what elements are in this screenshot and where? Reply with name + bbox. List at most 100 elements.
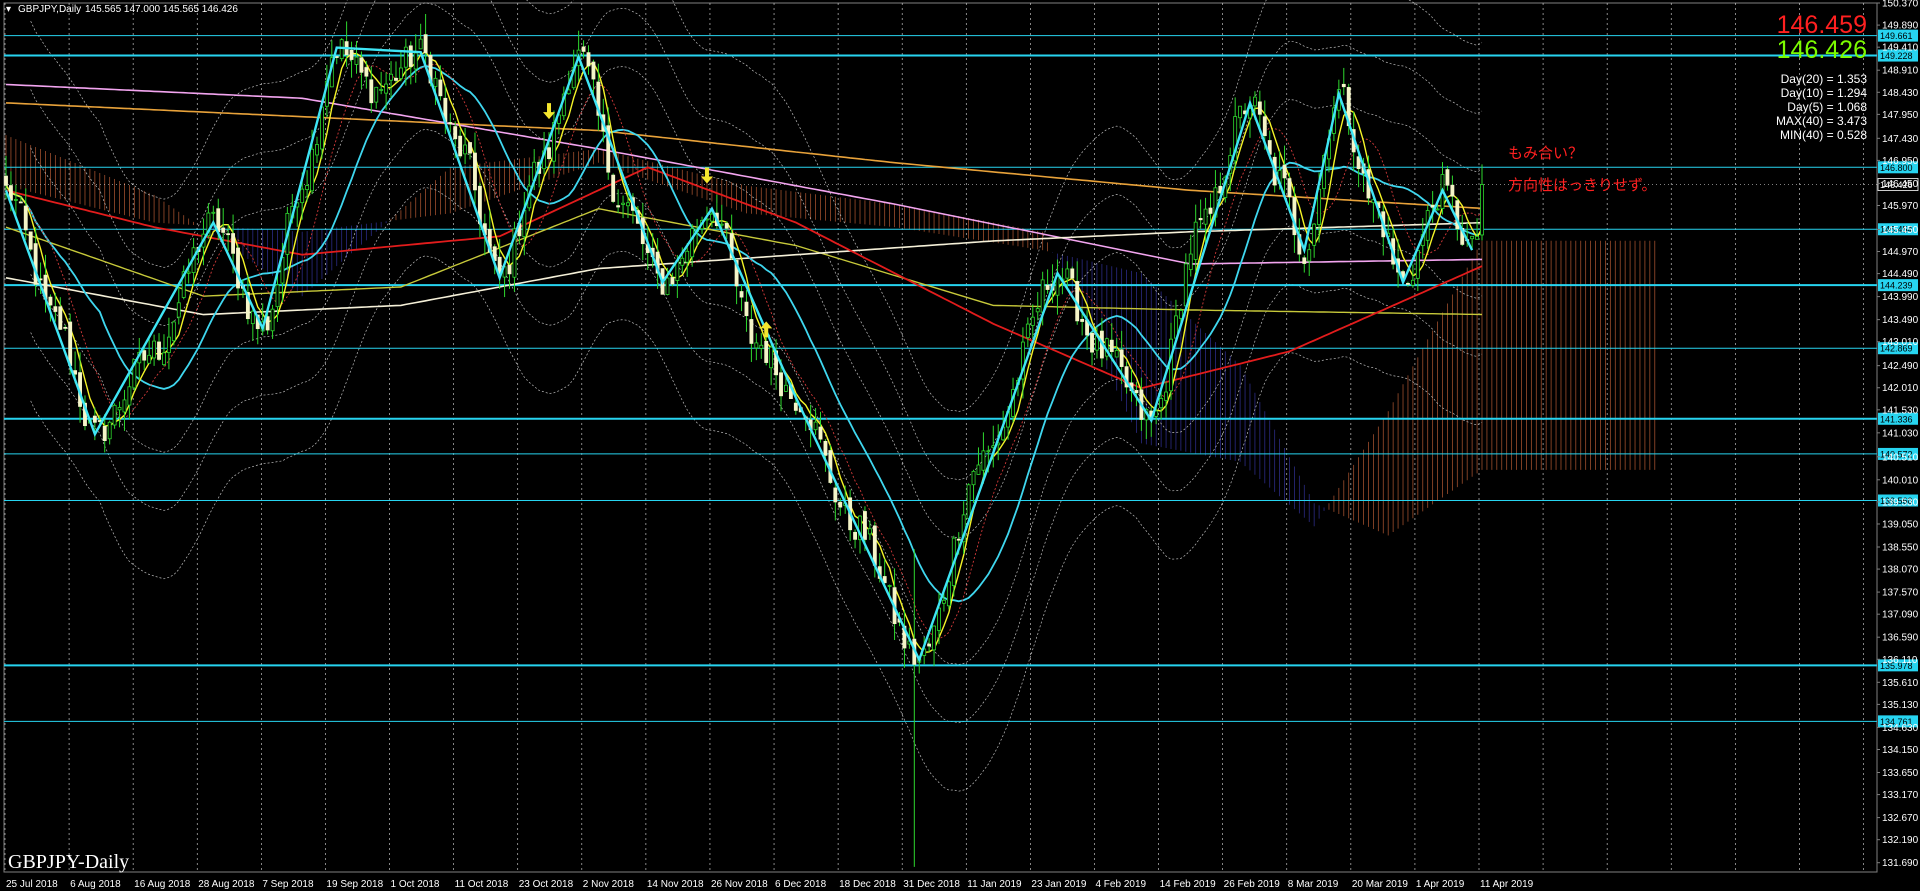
candle-bear — [823, 440, 828, 456]
candle-bull — [976, 464, 981, 475]
candle-bull — [1164, 391, 1168, 401]
date-tick-label: 16 Aug 2018 — [134, 879, 191, 890]
candle-bull — [122, 399, 127, 413]
candle-bull — [152, 340, 157, 359]
chart-background — [0, 0, 1920, 891]
price-tick-label: 143.010 — [1882, 337, 1919, 348]
candle-bear — [1257, 101, 1262, 115]
volatility-stats: Day(20) = 1.353 Day(10) = 1.294 Day(5) =… — [1776, 72, 1867, 142]
candle-bear — [236, 247, 240, 289]
price-tick-label: 133.170 — [1882, 790, 1919, 801]
price-tick-label: 139.050 — [1882, 519, 1919, 530]
candle-bear — [33, 243, 38, 285]
candle-bear — [473, 152, 477, 191]
bid-price: 146.459 — [1777, 11, 1867, 39]
candle-bull — [374, 86, 379, 103]
level-tag-label: 149.661 — [1880, 31, 1913, 41]
price-tick-label: 138.070 — [1882, 565, 1919, 576]
candle-bull — [1114, 350, 1119, 358]
candle-bear — [927, 643, 932, 647]
date-tick-label: 4 Feb 2019 — [1095, 879, 1146, 890]
chart-header: ▾ GBPJPY,Daily 145.565 147.000 145.565 1… — [6, 4, 238, 15]
price-tick-label: 143.490 — [1882, 315, 1919, 326]
price-tick-label: 142.010 — [1882, 383, 1919, 394]
price-tick-label: 147.430 — [1882, 134, 1919, 145]
price-tick-label: 145.970 — [1882, 201, 1919, 212]
candle-bear — [359, 57, 364, 73]
candle-bear — [265, 316, 270, 331]
candle-bull — [171, 321, 176, 342]
candle-bull — [1030, 316, 1035, 326]
date-tick-label: 7 Sep 2018 — [262, 879, 314, 890]
candle-bull — [621, 202, 625, 205]
candle-bull — [1159, 397, 1164, 409]
candle-bull — [107, 421, 112, 440]
candle-bull — [250, 310, 255, 325]
date-tick-label: 28 Aug 2018 — [198, 879, 255, 890]
annotation-line2: 方向性はっきりせず。 — [1508, 176, 1657, 194]
candle-bull — [1035, 308, 1040, 313]
candle-bear — [58, 306, 63, 330]
price-tick-label: 144.490 — [1882, 269, 1919, 280]
date-tick-label: 14 Feb 2019 — [1160, 879, 1217, 890]
date-tick-label: 1 Apr 2019 — [1416, 879, 1465, 890]
date-tick-label: 6 Dec 2018 — [775, 879, 827, 890]
candle-bear — [833, 487, 838, 503]
candle-bear — [724, 223, 729, 229]
header-triangle-icon: ▾ — [6, 4, 11, 15]
price-tick-label: 132.670 — [1882, 813, 1919, 824]
candle-bear — [1080, 318, 1085, 322]
date-tick-label: 2 Nov 2018 — [583, 879, 635, 890]
candle-bear — [4, 175, 8, 186]
candle-bull — [971, 470, 976, 486]
stat-day10: Day(10) = 1.294 — [1781, 86, 1868, 100]
candle-bear — [1406, 282, 1410, 285]
candle-bear — [448, 122, 453, 125]
date-tick-label: 14 Nov 2018 — [647, 879, 704, 890]
candle-bull — [413, 52, 418, 70]
candle-bear — [1287, 178, 1292, 198]
price-tick-label: 146.950 — [1882, 156, 1919, 167]
stat-day5: Day(5) = 1.068 — [1787, 100, 1867, 114]
candle-bull — [759, 344, 764, 349]
candle-bear — [1119, 349, 1124, 367]
price-tick-label: 141.030 — [1882, 428, 1919, 439]
candle-bull — [389, 73, 393, 81]
price-tick-label: 142.490 — [1882, 361, 1919, 372]
candle-bear — [23, 205, 28, 231]
candle-bull — [946, 581, 951, 607]
date-tick-label: 11 Jan 2019 — [967, 879, 1022, 890]
candle-bull — [626, 202, 630, 207]
candle-bull — [1480, 184, 1484, 236]
candle-bear — [818, 426, 823, 440]
date-tick-label: 23 Oct 2018 — [519, 879, 574, 890]
candle-bear — [28, 231, 33, 250]
price-tick-label: 133.650 — [1882, 768, 1919, 779]
price-tick-label: 148.910 — [1882, 66, 1919, 77]
candle-bear — [1045, 284, 1050, 290]
candle-bull — [398, 67, 403, 79]
candle-bull — [1307, 249, 1312, 262]
price-tick-label: 149.410 — [1882, 43, 1919, 54]
price-chart[interactable]: 149.661149.228146.800145.454144.239142.8… — [0, 0, 1920, 891]
candle-bear — [1445, 169, 1450, 186]
candle-bear — [1198, 218, 1203, 221]
candle-bull — [1252, 96, 1257, 107]
price-tick-label: 131.690 — [1882, 858, 1919, 869]
candle-bull — [162, 352, 166, 366]
candle-bear — [349, 49, 354, 60]
candle-bear — [92, 415, 97, 423]
price-tick-label: 143.990 — [1882, 292, 1919, 303]
date-tick-label: 8 Mar 2019 — [1288, 879, 1339, 890]
candle-bull — [665, 277, 670, 295]
price-tick-label: 138.550 — [1882, 542, 1919, 553]
candle-bull — [887, 585, 892, 587]
candle-bear — [744, 301, 749, 317]
price-tick-label: 146.450 — [1882, 179, 1919, 190]
candle-bear — [364, 67, 369, 77]
candle-bear — [408, 45, 413, 67]
candle-bull — [1312, 223, 1317, 246]
candle-bear — [1430, 205, 1435, 208]
date-tick-label: 31 Dec 2018 — [903, 879, 960, 890]
price-tick-label: 140.010 — [1882, 475, 1919, 486]
